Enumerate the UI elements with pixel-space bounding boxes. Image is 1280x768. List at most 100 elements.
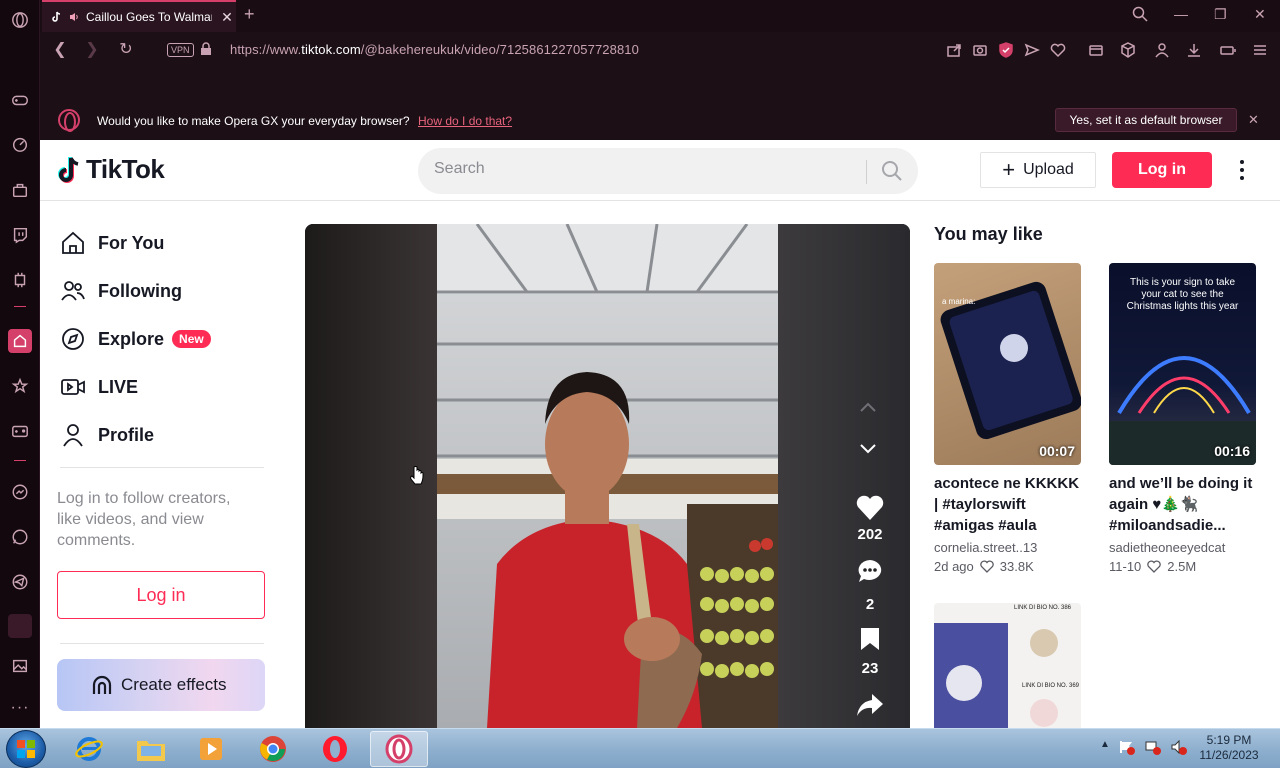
- video-author[interactable]: cornelia.street..13: [934, 540, 1081, 555]
- forward-icon[interactable]: ❯: [82, 40, 102, 60]
- minimize-icon[interactable]: —: [1174, 6, 1188, 22]
- chrome-icon[interactable]: [244, 731, 302, 767]
- tiktok-header: TikTok + Upload Log in: [40, 140, 1280, 201]
- wallet-icon[interactable]: [1088, 42, 1104, 58]
- bag-icon[interactable]: [8, 178, 32, 202]
- mouse-cursor-icon: [410, 466, 424, 491]
- plus-icon: +: [1002, 157, 1016, 182]
- internet-explorer-icon[interactable]: [60, 731, 118, 767]
- back-icon[interactable]: ❮: [50, 40, 70, 60]
- battery-icon[interactable]: [1220, 42, 1236, 58]
- search-input[interactable]: [434, 160, 834, 178]
- header-login-button[interactable]: Log in: [1112, 152, 1212, 188]
- thumbnail-overlay-text: LINK DI BIO NO. 369: [1022, 683, 1080, 689]
- easy-setup-icon[interactable]: [1252, 42, 1268, 58]
- new-tab-icon[interactable]: +: [244, 4, 255, 25]
- file-explorer-icon[interactable]: [122, 731, 180, 767]
- recommended-video-card[interactable]: LINK DI BIO NO. 386 LINK DI BIO NO. 369: [934, 603, 1081, 728]
- whatsapp-icon[interactable]: [8, 525, 32, 549]
- account-icon[interactable]: [1154, 42, 1170, 58]
- gallery-icon[interactable]: [8, 654, 32, 678]
- search-box: [418, 148, 918, 194]
- tab-close-icon[interactable]: ✕: [218, 9, 236, 26]
- speaker-icon[interactable]: [68, 11, 80, 23]
- video-player[interactable]: 202 2 23: [305, 224, 910, 728]
- nav-label: Explore: [98, 328, 165, 349]
- nav-profile[interactable]: Profile: [60, 419, 154, 451]
- snapshot-icon[interactable]: [972, 42, 988, 58]
- set-default-button[interactable]: Yes, set it as default browser: [1055, 108, 1237, 132]
- search-tabs-icon[interactable]: [1132, 6, 1148, 25]
- extensions-cube-icon[interactable]: [1120, 42, 1136, 58]
- nav-explore[interactable]: Explore New: [60, 323, 211, 355]
- tiktok-sidebar: For You Following Explore New LIVE Profi…: [40, 201, 280, 728]
- upload-button[interactable]: + Upload: [980, 152, 1096, 188]
- url-field[interactable]: https://www.tiktok.com/@bakehereukuk/vid…: [230, 42, 639, 57]
- dismiss-bar-icon[interactable]: ✕: [1248, 112, 1259, 128]
- tiktok-logo[interactable]: TikTok: [56, 154, 165, 185]
- video-description[interactable]: acontece ne KKKKK | #taylorswift #amigas…: [934, 473, 1081, 536]
- cpu-limiter-icon[interactable]: [8, 268, 32, 292]
- more-sidebar-icon[interactable]: ···: [8, 696, 32, 720]
- show-hidden-icons-icon[interactable]: ▲: [1100, 739, 1110, 755]
- save-action[interactable]: 23: [850, 626, 890, 677]
- nav-live[interactable]: LIVE: [60, 371, 138, 403]
- recommended-video-card[interactable]: This is your sign to take your cat to se…: [1109, 263, 1256, 574]
- video-author[interactable]: sadietheoneeyedcat: [1109, 540, 1256, 555]
- share-arrow-icon[interactable]: [855, 692, 885, 722]
- messenger-icon[interactable]: [8, 480, 32, 504]
- opera-menu-icon[interactable]: [8, 8, 32, 32]
- opera-icon[interactable]: [306, 731, 364, 767]
- recommended-video-card[interactable]: a marina: 00:07 acontece ne KKKKK | #tay…: [934, 263, 1081, 574]
- address-bar: ❮ ❯ ↻ VPN https://www.tiktok.com/@bakehe…: [40, 32, 1280, 68]
- volume-icon[interactable]: [1170, 739, 1188, 755]
- nav-for-you[interactable]: For You: [60, 227, 164, 259]
- download-icon[interactable]: [1186, 42, 1202, 58]
- nav-label: Following: [98, 280, 182, 301]
- twitch-icon[interactable]: [8, 223, 32, 247]
- nav-following[interactable]: Following: [60, 275, 182, 307]
- comment-action[interactable]: 2: [850, 558, 890, 613]
- heart-bookmark-icon[interactable]: [1050, 42, 1066, 58]
- send-icon[interactable]: [1024, 42, 1040, 58]
- extension-icon[interactable]: [8, 614, 32, 638]
- next-video-icon[interactable]: [858, 442, 878, 460]
- video-likes: 2.5M: [1167, 559, 1197, 574]
- how-to-link[interactable]: How do I do that?: [418, 114, 512, 128]
- thumbnail-overlay-text: LINK DI BIO NO. 386: [1014, 605, 1072, 611]
- vpn-badge[interactable]: VPN: [167, 43, 194, 57]
- video-thumbnail[interactable]: This is your sign to take your cat to se…: [1109, 263, 1256, 465]
- tab-strip: Caillou Goes To Walmart ✕ + — ❐ ✕: [40, 0, 1280, 32]
- share-icon[interactable]: [946, 42, 962, 58]
- tab-active[interactable]: Caillou Goes To Walmart ✕: [42, 0, 236, 32]
- people-icon: [61, 281, 85, 301]
- video-date: 2d ago: [934, 559, 974, 574]
- taskbar-clock[interactable]: 5:19 PM 11/26/2023: [1196, 733, 1262, 763]
- video-description[interactable]: and we’ll be doing it again ♥︎🎄🐈‍⬛ #milo…: [1109, 473, 1256, 536]
- star-icon[interactable]: [8, 374, 32, 398]
- network-icon[interactable]: [1144, 739, 1162, 755]
- reload-icon[interactable]: ↻: [116, 40, 136, 60]
- search-icon[interactable]: [880, 159, 904, 188]
- previous-video-icon[interactable]: [858, 400, 878, 418]
- adblock-shield-icon[interactable]: [998, 42, 1014, 58]
- create-effects-button[interactable]: Create effects: [57, 659, 265, 711]
- action-center-icon[interactable]: [1118, 739, 1136, 755]
- sidebar-login-button[interactable]: Log in: [57, 571, 265, 619]
- more-options-icon[interactable]: [1236, 160, 1248, 180]
- speed-dial-icon[interactable]: [8, 132, 32, 156]
- nav-label: LIVE: [98, 376, 139, 397]
- maximize-icon[interactable]: ❐: [1214, 6, 1227, 23]
- gaming-icon[interactable]: [8, 419, 32, 443]
- lock-icon[interactable]: [200, 42, 212, 61]
- telegram-icon[interactable]: [8, 570, 32, 594]
- gx-control-icon[interactable]: [8, 88, 32, 112]
- video-thumbnail[interactable]: a marina: 00:07: [934, 263, 1081, 465]
- video-thumbnail[interactable]: LINK DI BIO NO. 386 LINK DI BIO NO. 369: [934, 603, 1081, 728]
- home-sidebar-icon[interactable]: [8, 329, 32, 353]
- like-action[interactable]: 202: [850, 494, 890, 543]
- opera-gx-icon[interactable]: [370, 731, 428, 767]
- start-button[interactable]: [6, 730, 46, 768]
- media-player-icon[interactable]: [182, 731, 240, 767]
- close-window-icon[interactable]: ✕: [1254, 6, 1266, 23]
